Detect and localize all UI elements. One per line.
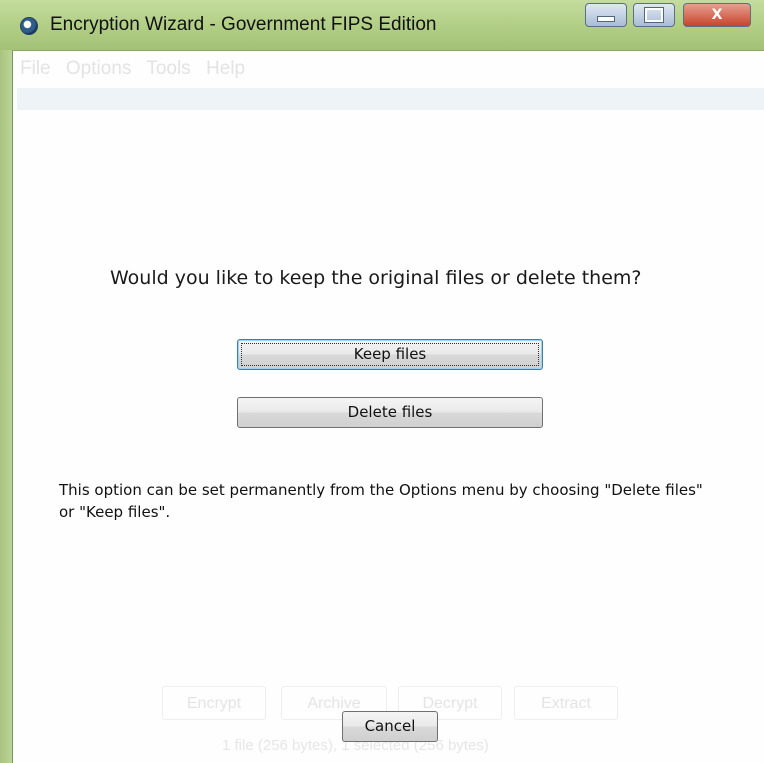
window-title: Encryption Wizard - Government FIPS Edit… — [50, 14, 437, 35]
app-icon[interactable] — [20, 17, 38, 35]
maximize-button[interactable] — [633, 3, 675, 27]
background-menu-file: File — [20, 58, 51, 79]
close-button[interactable]: X — [683, 3, 751, 27]
background-encrypt-button: Encrypt — [162, 686, 266, 720]
minimize-button[interactable] — [585, 3, 627, 27]
delete-files-button[interactable]: Delete files — [237, 397, 543, 428]
window-frame-left — [0, 50, 13, 763]
background-extract-button: Extract — [514, 686, 618, 720]
dialog-info-text: This option can be set permanently from … — [59, 481, 703, 521]
maximize-icon — [644, 7, 664, 23]
background-path-bar — [17, 88, 764, 110]
background-menu-options: Options — [65, 58, 132, 79]
cancel-button[interactable]: Cancel — [342, 711, 438, 742]
background-menu-bar: File Options Tools Help — [20, 58, 255, 80]
dialog-question: Would you like to keep the original file… — [110, 267, 642, 289]
keep-files-button[interactable]: Keep files — [237, 339, 543, 370]
focus-ring — [241, 343, 539, 366]
minimize-icon — [597, 16, 615, 22]
title-bar[interactable]: Encryption Wizard - Government FIPS Edit… — [0, 0, 764, 51]
cancel-label: Cancel — [364, 717, 416, 735]
delete-files-label: Delete files — [347, 403, 433, 421]
close-icon: X — [711, 7, 723, 23]
background-menu-help: Help — [205, 58, 246, 79]
background-menu-tools: Tools — [146, 58, 191, 79]
